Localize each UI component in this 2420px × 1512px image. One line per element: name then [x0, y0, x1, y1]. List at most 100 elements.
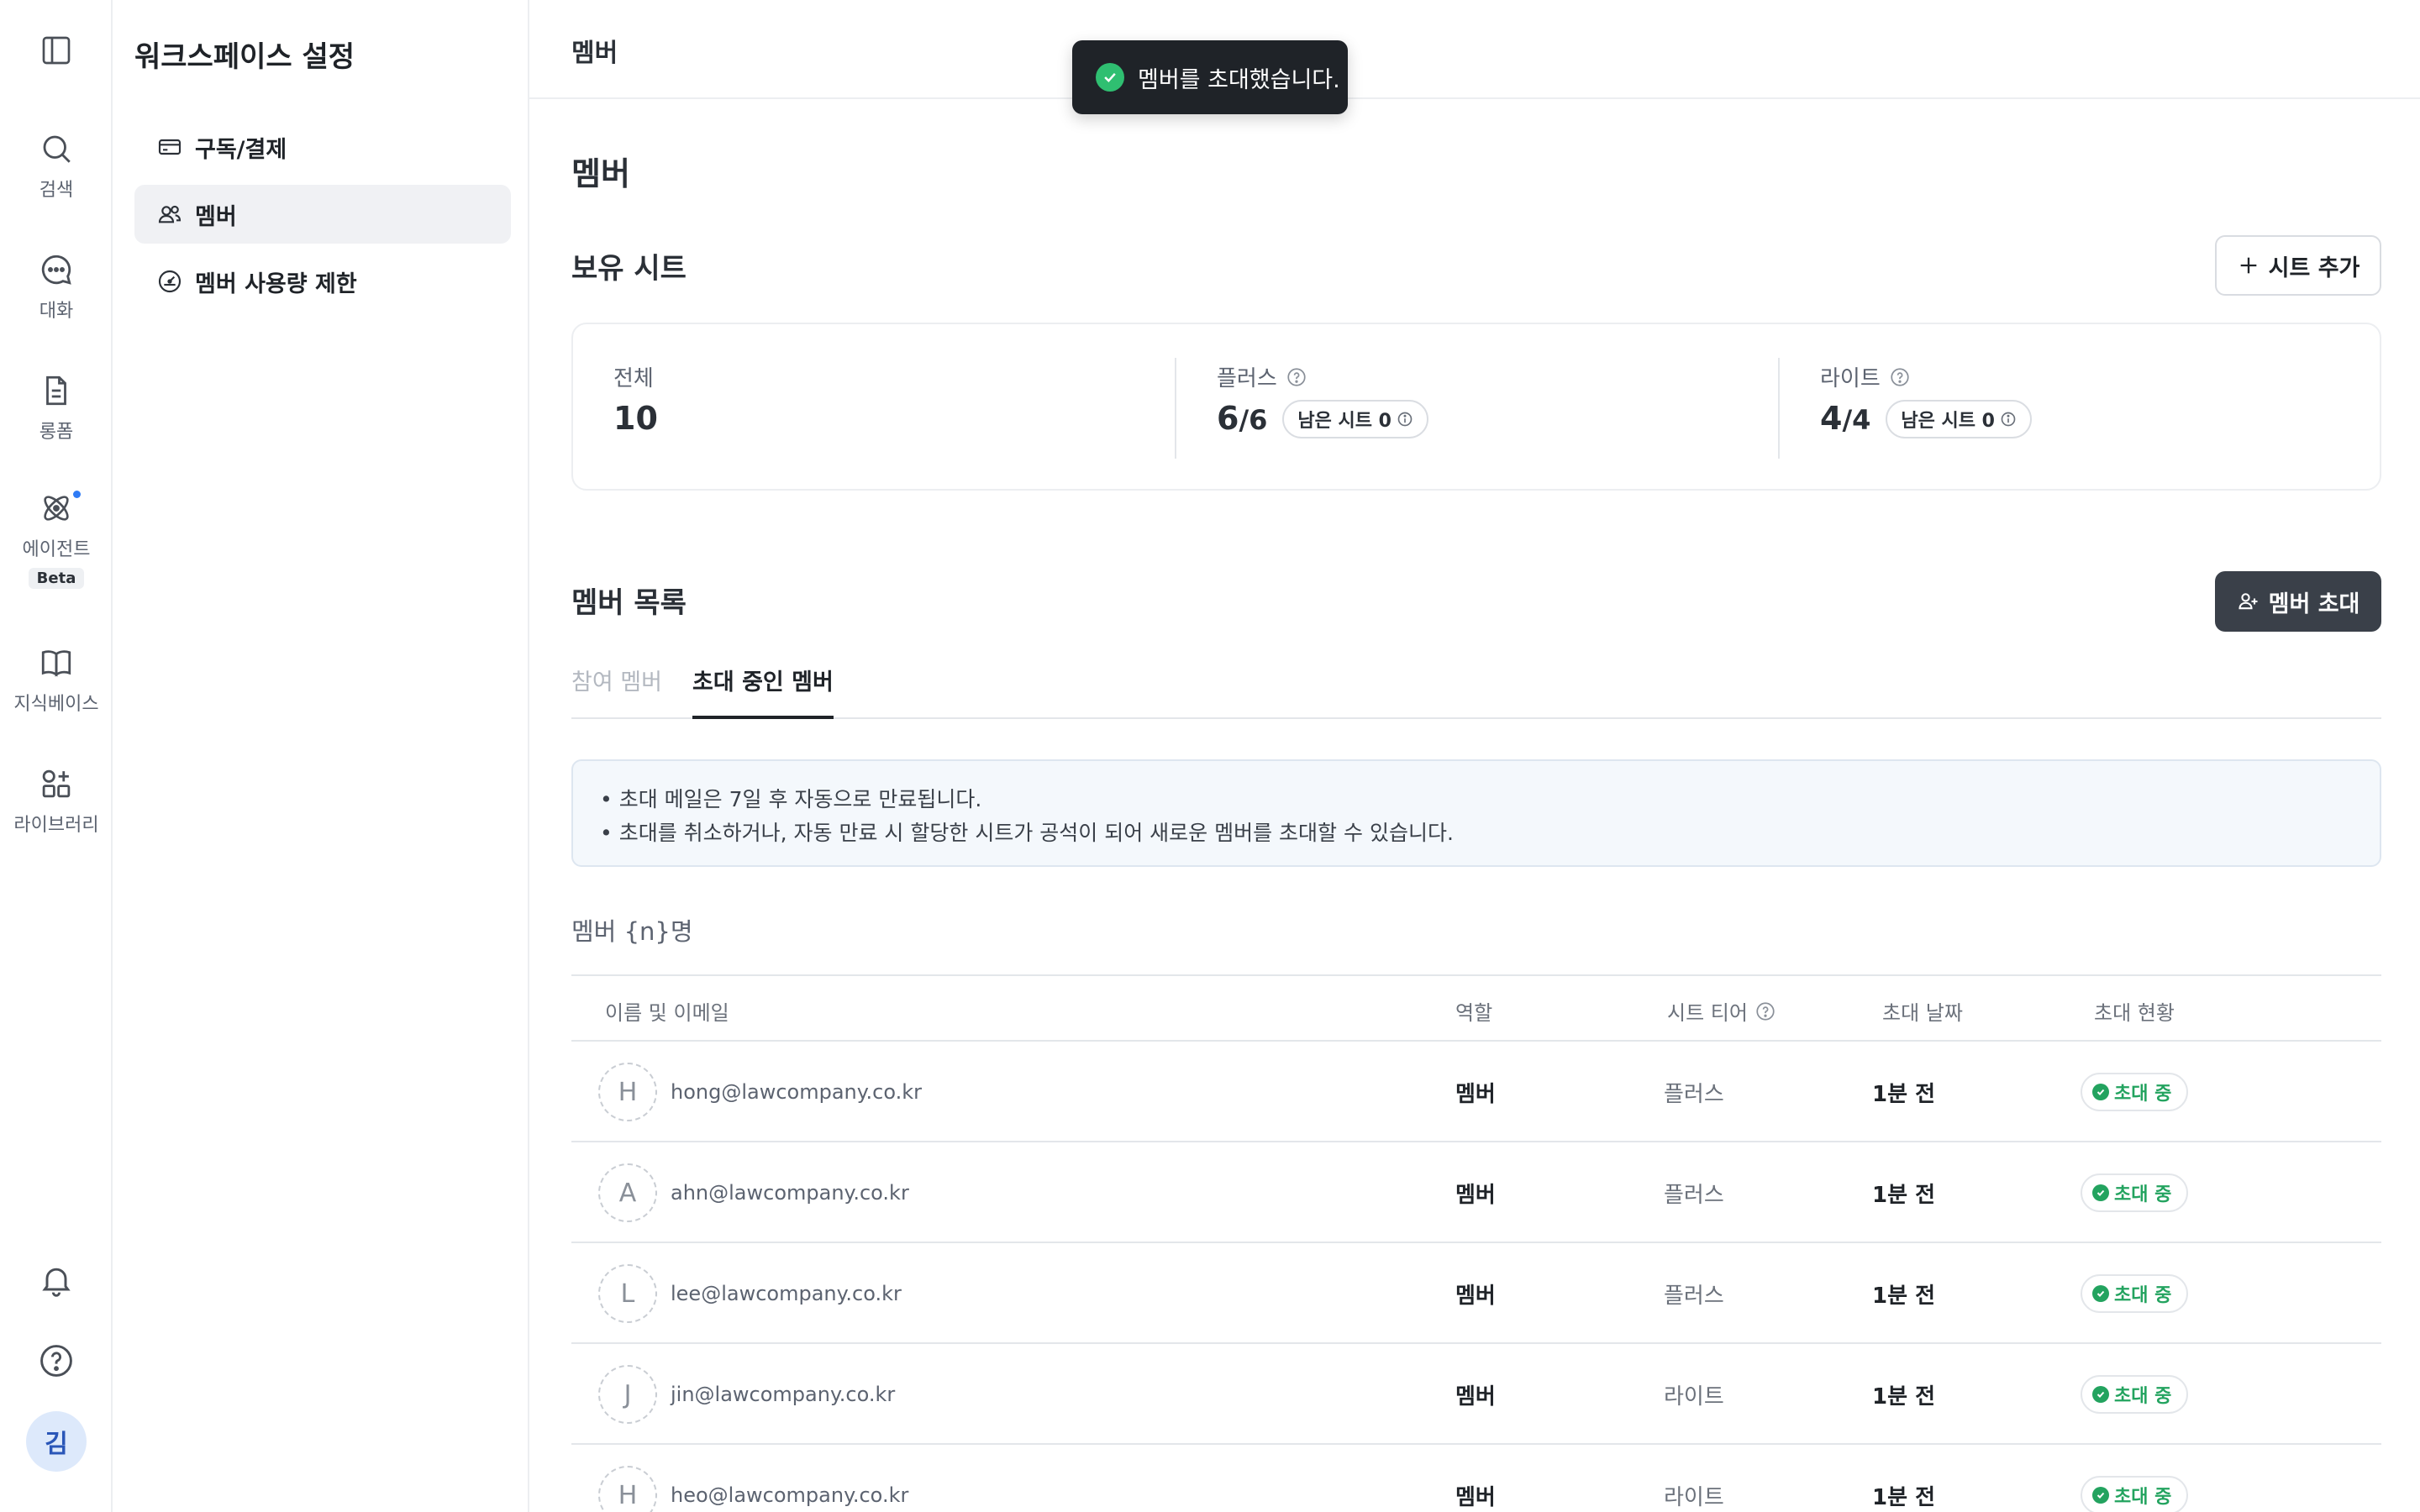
- notification-dot: [73, 491, 81, 498]
- column-header-date: 초대 날짜: [1882, 1001, 1963, 1025]
- users-icon: [158, 205, 182, 223]
- help-icon[interactable]: [38, 1342, 75, 1379]
- rail-item-library[interactable]: 라이브러리: [0, 766, 113, 837]
- tab-joined-members[interactable]: 참여 멤버: [571, 664, 662, 719]
- rail-item-label: 검색: [39, 180, 74, 201]
- invite-date: 1분 전: [1872, 1182, 1935, 1208]
- user-avatar[interactable]: 김: [26, 1411, 87, 1472]
- plus-icon: [2240, 257, 2256, 274]
- tab-invited-members[interactable]: 초대 중인 멤버: [692, 664, 834, 719]
- member-email: jin@lawcompany.co.kr: [671, 1383, 896, 1406]
- settings-item-members[interactable]: 멤버: [134, 185, 511, 244]
- settings-item-label: 구독/결제: [195, 136, 287, 163]
- member-avatar: A: [598, 1163, 657, 1222]
- settings-item-billing[interactable]: 구독/결제: [134, 118, 511, 176]
- member-tier: 플러스: [1664, 1182, 1724, 1208]
- divider: [1175, 358, 1176, 459]
- table-row[interactable]: Jjin@lawcompany.co.kr 멤버 라이트 1분 전 초대 중: [571, 1344, 2381, 1445]
- question-icon[interactable]: [1286, 366, 1307, 388]
- seat-total-label: 전체: [613, 366, 654, 391]
- member-email: heo@lawcompany.co.kr: [671, 1483, 909, 1507]
- rail-item-label: 지식베이스: [13, 694, 99, 715]
- search-icon: [43, 135, 71, 163]
- remaining-seat-chip: 남은 시트 0: [1886, 400, 2032, 438]
- invite-date: 1분 전: [1872, 1283, 1935, 1309]
- member-role: 멤버: [1455, 1383, 1496, 1410]
- settings-item-label: 멤버: [195, 203, 237, 230]
- member-avatar: H: [598, 1063, 657, 1121]
- status-badge: 초대 중: [2081, 1375, 2189, 1414]
- rail-item-label: 롱폼: [39, 422, 74, 443]
- status-badge: 초대 중: [2081, 1173, 2189, 1212]
- settings-title: 워크스페이스 설정: [134, 40, 355, 74]
- seat-lite-value: 4/4 남은 시트 0: [1820, 400, 2032, 438]
- seat-summary-card: 전체 10 플러스 6/6 남은 시트 0 라이트 4 /4 남은 시트 0: [571, 323, 2381, 491]
- rail-item-longform[interactable]: 롱폼: [0, 373, 113, 444]
- seat-plus-label: 플러스: [1217, 361, 1307, 392]
- status-badge: 초대 중: [2081, 1073, 2189, 1111]
- bell-icon[interactable]: [38, 1262, 75, 1299]
- seat-lite-label: 라이트: [1820, 361, 1911, 392]
- check-icon: [2092, 1487, 2109, 1504]
- invite-member-button[interactable]: 멤버 초대: [2215, 571, 2381, 632]
- page-title: 멤버: [571, 155, 630, 192]
- table-row[interactable]: Aahn@lawcompany.co.kr 멤버 플러스 1분 전 초대 중: [571, 1142, 2381, 1243]
- toast-message: 멤버를 초대했습니다.: [1138, 66, 1340, 93]
- chat-icon: [41, 255, 71, 285]
- member-role: 멤버: [1455, 1484, 1496, 1510]
- topbar-title: 멤버: [571, 39, 618, 68]
- settings-item-usage-limit[interactable]: 멤버 사용량 제한: [134, 252, 511, 311]
- settings-item-label: 멤버 사용량 제한: [195, 270, 357, 297]
- main-content: 멤버 멤버를 초대했습니다. 멤버 보유 시트 시트 추가 전체 10 플러스 …: [529, 0, 2420, 1512]
- invite-date: 1분 전: [1872, 1081, 1935, 1107]
- info-icon[interactable]: [1397, 411, 1413, 428]
- app-rail: 검색 대화 롱폼 에이전트 Beta 지식베이스 라이브러리 김: [0, 0, 113, 1512]
- divider: [1778, 358, 1780, 459]
- member-email: ahn@lawcompany.co.kr: [671, 1181, 909, 1205]
- rail-item-label: 대화: [39, 301, 74, 322]
- member-tier: 플러스: [1664, 1283, 1724, 1309]
- rail-item-search[interactable]: 검색: [0, 131, 113, 202]
- table-row[interactable]: Hhong@lawcompany.co.kr 멤버 플러스 1분 전 초대 중: [571, 1042, 2381, 1142]
- question-icon[interactable]: [1889, 366, 1911, 388]
- table-row[interactable]: Llee@lawcompany.co.kr 멤버 플러스 1분 전 초대 중: [571, 1243, 2381, 1344]
- member-avatar: H: [598, 1466, 657, 1512]
- member-role: 멤버: [1455, 1081, 1496, 1107]
- member-email: hong@lawcompany.co.kr: [671, 1080, 923, 1104]
- rail-item-agent[interactable]: 에이전트 Beta: [0, 491, 113, 589]
- question-icon[interactable]: [1754, 1000, 1776, 1022]
- rail-item-label: 에이전트: [22, 539, 91, 560]
- member-tier: 라이트: [1664, 1484, 1724, 1510]
- member-list-title: 멤버 목록: [571, 586, 687, 620]
- table-row[interactable]: Hheo@lawcompany.co.kr 멤버 라이트 1분 전 초대 중: [571, 1445, 2381, 1512]
- column-header-status: 초대 현황: [2094, 1001, 2175, 1025]
- user-plus-icon: [2238, 593, 2258, 610]
- column-header-name: 이름 및 이메일: [605, 1001, 729, 1025]
- info-icon[interactable]: [2000, 411, 2017, 428]
- rail-item-knowledge-base[interactable]: 지식베이스: [0, 645, 113, 716]
- rail-item-chat[interactable]: 대화: [0, 252, 113, 323]
- column-header-tier: 시트 티어: [1667, 996, 1776, 1026]
- invite-notice: • 초대 메일은 7일 후 자동으로 만료됩니다. • 초대를 취소하거나, 자…: [571, 759, 2381, 867]
- book-icon: [41, 650, 71, 677]
- seat-total-value: 10: [613, 400, 658, 437]
- library-icon: [42, 769, 71, 798]
- invite-member-label: 멤버 초대: [2268, 591, 2360, 617]
- member-role: 멤버: [1455, 1283, 1496, 1309]
- sidebar-toggle-icon[interactable]: [39, 34, 73, 67]
- document-icon: [46, 375, 66, 406]
- check-icon: [2092, 1386, 2109, 1403]
- card-icon: [158, 139, 182, 155]
- add-seat-button[interactable]: 시트 추가: [2215, 235, 2381, 296]
- status-badge: 초대 중: [2081, 1274, 2189, 1313]
- top-bar: 멤버: [529, 0, 2420, 99]
- member-tabs: 참여 멤버 초대 중인 멤버: [571, 664, 2381, 719]
- rail-item-label: 라이브러리: [13, 815, 99, 836]
- invite-date: 1분 전: [1872, 1484, 1935, 1510]
- success-toast: 멤버를 초대했습니다.: [1072, 40, 1348, 114]
- seat-plus-value: 6/6 남은 시트 0: [1217, 400, 1428, 438]
- check-circle-icon: [1096, 63, 1124, 92]
- check-icon: [2092, 1084, 2109, 1100]
- invited-members-table: 이름 및 이메일 역할 시트 티어 초대 날짜 초대 현황 Hhong@lawc…: [571, 974, 2381, 1512]
- notice-line: • 초대 메일은 7일 후 자동으로 만료됩니다.: [600, 787, 982, 811]
